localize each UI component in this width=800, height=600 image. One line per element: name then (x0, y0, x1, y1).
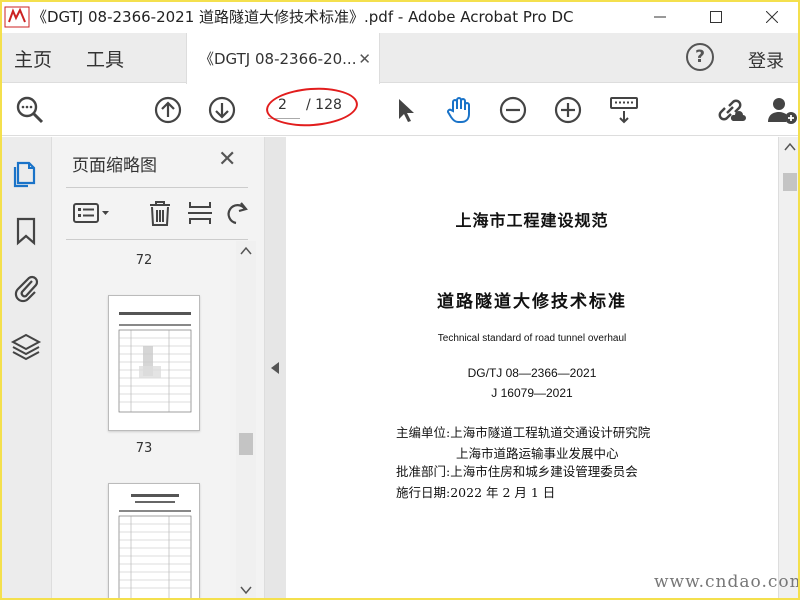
nav-tools[interactable]: 工具 (86, 45, 124, 72)
page-number-label: 73 (135, 441, 153, 456)
doc-info-line: 施行日期:2022 年 2 月 1 日 (396, 485, 556, 500)
toolbar (0, 84, 800, 136)
thumbnail-options-icon[interactable] (72, 199, 112, 227)
nav-bar: 主页 工具 《DGTJ 08-2366-20... ✕ ? 登录 (0, 33, 800, 84)
maximize-icon (710, 10, 722, 23)
hand-tool-icon[interactable] (443, 94, 475, 126)
thumbnail-scroll-thumb[interactable] (239, 433, 253, 455)
previous-page-icon[interactable] (152, 94, 184, 126)
next-page-icon[interactable] (206, 94, 238, 126)
doc-info-line: 主编单位:上海市隧道工程轨道交通设计研究院 (396, 425, 651, 440)
nav-home[interactable]: 主页 (14, 45, 52, 72)
login-button[interactable]: 登录 (748, 47, 784, 73)
panel-title: 页面缩略图 (72, 156, 157, 176)
doc-title-english: Technical standard of road tunnel overha… (437, 333, 627, 344)
cloud-link-icon[interactable] (714, 94, 746, 126)
doc-info-line: 上海市道路运输事业发展中心 (456, 446, 619, 461)
scroll-down-icon[interactable] (236, 580, 256, 600)
document-tab[interactable]: 《DGTJ 08-2366-20... ✕ (186, 33, 380, 84)
site-logo-icon (4, 6, 30, 28)
collapse-arrow-icon (271, 362, 279, 374)
document-scroll-thumb[interactable] (783, 173, 797, 191)
close-icon (766, 10, 778, 23)
zoom-out-icon[interactable] (497, 94, 529, 126)
document-view: 上海市工程建设规范 道路隧道大修技术标准 Technical standard … (286, 137, 778, 600)
current-page-input[interactable]: 2 (268, 97, 300, 119)
close-window-button[interactable] (744, 0, 800, 33)
page-thumbnails-icon[interactable] (10, 157, 42, 189)
collapse-panel-handle[interactable] (264, 137, 286, 600)
doc-org: 上海市工程建设规范 (455, 211, 609, 230)
thumbnail-list: 72 73 (52, 241, 236, 600)
zoom-in-icon[interactable] (552, 94, 584, 126)
select-cursor-icon[interactable] (390, 94, 422, 126)
add-user-icon[interactable] (766, 94, 798, 126)
document-tab-label: 《DGTJ 08-2366-20... (199, 50, 357, 68)
panel-divider (66, 187, 248, 188)
thumbnail-scrollbar[interactable] (236, 241, 256, 600)
attachment-icon[interactable] (10, 271, 42, 303)
doc-info-line: 批准部门:上海市住房和城乡建设管理委员会 (396, 464, 638, 479)
total-pages-label: / 128 (306, 97, 342, 113)
insert-page-icon[interactable] (186, 199, 214, 227)
scroll-up-icon[interactable] (779, 137, 800, 157)
document-scrollbar[interactable] (778, 137, 800, 600)
doc-record-number: J 16079—2021 (491, 386, 573, 400)
bookmark-icon[interactable] (10, 215, 42, 247)
rotate-icon[interactable] (224, 199, 252, 227)
search-text-icon[interactable] (14, 94, 46, 126)
page-thumbnail[interactable] (108, 483, 200, 600)
panel-close-icon[interactable]: ✕ (218, 147, 236, 172)
tab-close-icon[interactable]: ✕ (358, 50, 371, 68)
keyboard-down-icon[interactable] (608, 94, 640, 126)
left-rail (0, 137, 52, 600)
window-title: 《DGTJ 08-2366-2021 道路隧道大修技术标准》.pdf - Ado… (32, 8, 574, 26)
maximize-button[interactable] (688, 0, 744, 33)
panel-divider (66, 239, 248, 240)
panel-toolbar (66, 195, 256, 231)
minimize-button[interactable] (632, 0, 688, 33)
page-thumbnail[interactable] (108, 295, 200, 431)
minimize-icon (654, 16, 666, 17)
thumbnails-panel: 页面缩略图 ✕ 72 73 (52, 137, 264, 600)
page-number-label: 72 (135, 253, 153, 268)
doc-title: 道路隧道大修技术标准 (437, 292, 627, 312)
layers-icon[interactable] (10, 331, 42, 363)
scroll-up-icon[interactable] (236, 241, 256, 261)
trash-icon[interactable] (146, 199, 174, 227)
doc-code: DG/TJ 08—2366—2021 (467, 366, 597, 380)
help-button[interactable]: ? (686, 43, 714, 71)
title-bar: 《DGTJ 08-2366-2021 道路隧道大修技术标准》.pdf - Ado… (0, 0, 800, 33)
site-watermark: www.cndao.com (654, 572, 800, 592)
